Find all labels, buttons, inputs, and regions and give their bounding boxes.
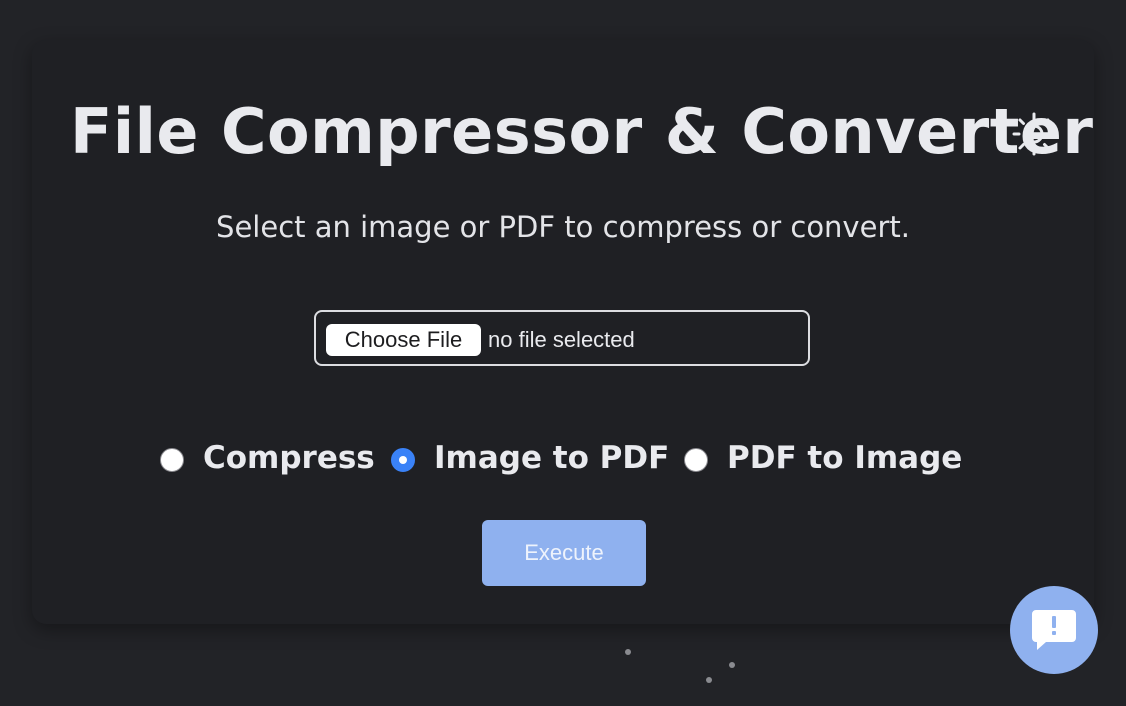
radio-pdf-to-image[interactable]	[684, 448, 708, 472]
option-label-compress: Compress	[203, 440, 375, 476]
theme-toggle-button[interactable]	[1010, 110, 1058, 158]
loading-dot	[706, 677, 712, 683]
option-compress[interactable]: Compress	[160, 433, 375, 483]
option-label-image-to-pdf: Image to PDF	[434, 440, 670, 476]
sun-icon	[1012, 112, 1056, 156]
radio-compress[interactable]	[160, 448, 184, 472]
file-input[interactable]: Choose File no file selected	[314, 310, 810, 366]
header: File Compressor & Converter	[0, 90, 1126, 174]
feedback-button[interactable]	[1010, 586, 1098, 674]
execute-button[interactable]: Execute	[482, 520, 646, 586]
option-image-to-pdf[interactable]: Image to PDF	[391, 433, 669, 483]
option-pdf-to-image[interactable]: PDF to Image	[684, 433, 962, 483]
subtitle: Select an image or PDF to compress or co…	[216, 210, 910, 244]
choose-file-button[interactable]: Choose File	[326, 324, 481, 356]
loading-dot	[729, 662, 735, 668]
option-label-pdf-to-image: PDF to Image	[727, 440, 963, 476]
file-status-text: no file selected	[488, 327, 635, 352]
loading-dot	[625, 649, 631, 655]
radio-image-to-pdf[interactable]	[391, 448, 415, 472]
feedback-icon	[1032, 610, 1076, 650]
page-title: File Compressor & Converter	[70, 95, 1094, 168]
operation-options: Compress Image to PDF PDF to Image	[0, 433, 1126, 483]
